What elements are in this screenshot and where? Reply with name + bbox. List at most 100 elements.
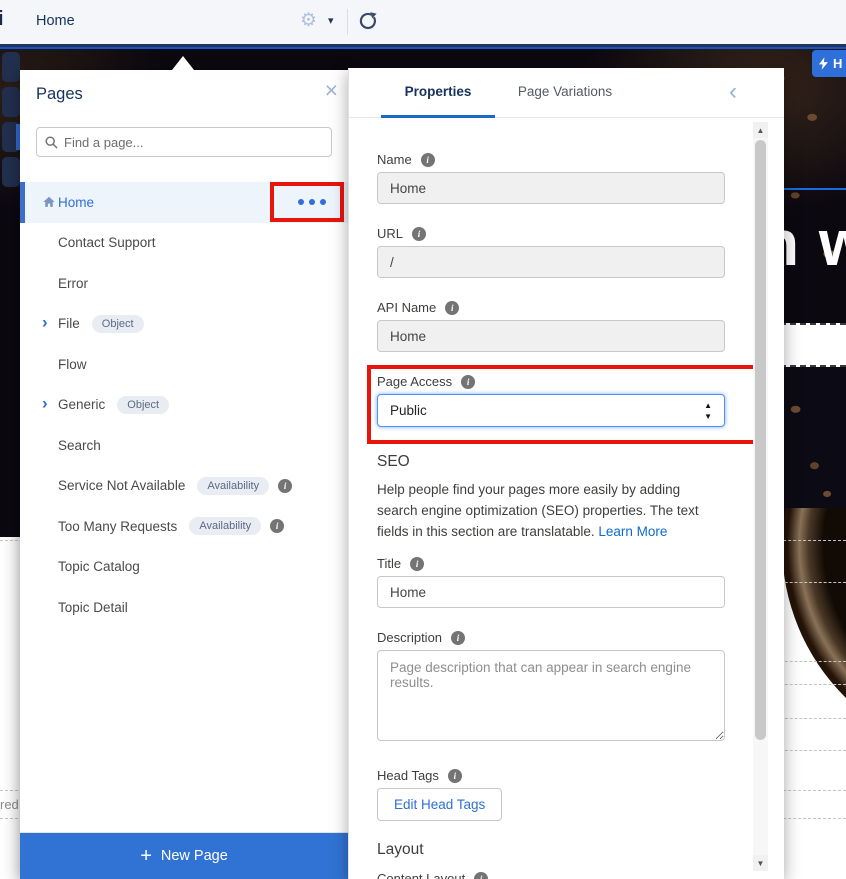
tab-page-variations-label: Page Variations	[517, 84, 613, 99]
field-content-layout: Content Layout i	[377, 871, 725, 879]
refresh-icon[interactable]	[358, 11, 378, 31]
page-menu-button[interactable]	[298, 199, 326, 205]
current-page-label: Home	[36, 13, 75, 29]
plus-icon: +	[140, 845, 152, 867]
field-head-tags: Head Tags i Edit Head Tags	[377, 768, 725, 821]
object-badge: Object	[117, 395, 170, 414]
logo-fragment: i	[0, 8, 4, 30]
page-access-value: Public	[390, 403, 427, 418]
page-item-label: Home	[58, 194, 95, 210]
seo-description: Help people find your pages more easily …	[377, 479, 721, 542]
page-item-label: Error	[58, 275, 88, 291]
page-access-select[interactable]: Public ▲ ▼	[377, 394, 725, 427]
page-item-label: File	[58, 316, 80, 332]
search-input[interactable]	[64, 134, 323, 150]
page-search-box[interactable]	[36, 127, 332, 157]
preview-dashed-guide	[780, 718, 846, 719]
page-item-search[interactable]: Search	[20, 425, 348, 466]
description-label: Description	[377, 630, 443, 645]
title-input[interactable]	[377, 576, 725, 608]
page-item-too-many-requests[interactable]: Too Many Requests Availability i	[20, 506, 348, 547]
info-icon[interactable]: i	[412, 226, 427, 241]
preview-dashed-guide	[780, 750, 846, 751]
content-layout-label: Content Layout	[377, 871, 466, 879]
left-toolbar-button[interactable]	[2, 52, 20, 82]
api-name-input[interactable]	[377, 320, 725, 352]
page-item-label: Contact Support	[58, 235, 156, 251]
pages-list: Home Contact Support Error › File Object…	[20, 182, 348, 628]
page-item-label: Generic	[58, 397, 106, 413]
info-icon[interactable]: i	[451, 630, 466, 645]
field-page-access: Page Access i Public ▲ ▼	[367, 365, 757, 444]
gear-icon[interactable]: ⚙	[300, 10, 317, 32]
object-badge: Object	[91, 314, 144, 333]
tab-page-variations[interactable]: Page Variations	[499, 84, 631, 99]
home-icon	[43, 196, 55, 207]
tab-properties-label: Properties	[404, 84, 472, 99]
page-item-topic-catalog[interactable]: Topic Catalog	[20, 547, 348, 588]
collapse-panel-icon[interactable]: ‹	[729, 78, 737, 106]
preview-dashed-guide	[780, 661, 846, 662]
preview-dashed-guide	[780, 684, 846, 685]
page-access-label: Page Access	[377, 374, 453, 389]
select-spinner-icon: ▲ ▼	[704, 401, 712, 421]
pages-panel: Pages × Home Contact Support	[20, 70, 348, 879]
edit-head-tags-button[interactable]: Edit Head Tags	[377, 788, 503, 821]
scroll-down-button[interactable]: ▼	[753, 855, 768, 871]
scroll-up-button[interactable]: ▲	[753, 122, 768, 138]
pages-panel-title: Pages	[36, 85, 83, 103]
properties-content: Namei URLi API Namei Page Accessi Public…	[367, 152, 757, 879]
page-item-label: Service Not Available	[58, 478, 186, 494]
page-item-contact-support[interactable]: Contact Support	[20, 223, 348, 264]
selected-item-bar	[20, 182, 25, 223]
page-item-service-not-available[interactable]: Service Not Available Availability i	[20, 466, 348, 507]
experience-builder-screen: n w H red i Home ⚙ ▾ Pages ×	[0, 0, 846, 879]
left-toolbar-button[interactable]	[2, 87, 20, 117]
layout-heading: Layout	[377, 841, 424, 858]
info-icon[interactable]: i	[445, 300, 460, 315]
chevron-right-icon[interactable]: ›	[42, 312, 48, 332]
scrollbar-thumb[interactable]	[755, 140, 766, 740]
properties-panel: Properties Page Variations ‹ Namei URLi …	[348, 68, 784, 879]
url-label: URL	[377, 226, 404, 241]
page-item-home[interactable]: Home	[20, 182, 348, 223]
active-tab-underline	[381, 115, 495, 118]
description-textarea[interactable]	[377, 650, 725, 741]
info-icon[interactable]: i	[474, 871, 489, 879]
preview-badge-label: H	[833, 56, 843, 71]
page-item-label: Flow	[58, 356, 87, 372]
availability-badge: Availability	[197, 476, 270, 495]
preview-text-fragment: red	[0, 797, 19, 812]
new-page-button[interactable]: + New Page	[20, 832, 348, 879]
preview-help-badge[interactable]: H	[812, 50, 846, 77]
search-icon	[45, 136, 58, 149]
new-page-label: New Page	[160, 848, 228, 864]
field-url: URL i	[377, 226, 725, 278]
page-item-error[interactable]: Error	[20, 263, 348, 304]
chevron-down-icon[interactable]: ▾	[328, 14, 334, 27]
page-item-file[interactable]: › File Object	[20, 304, 348, 345]
head-tags-label: Head Tags	[377, 768, 439, 783]
page-item-topic-detail[interactable]: Topic Detail	[20, 587, 348, 628]
tab-properties[interactable]: Properties	[381, 84, 495, 99]
info-icon[interactable]: i	[278, 478, 293, 493]
page-item-flow[interactable]: Flow	[20, 344, 348, 385]
availability-badge: Availability	[189, 517, 262, 536]
panel-scrollbar[interactable]: ▲ ▼	[753, 122, 768, 871]
page-item-label: Too Many Requests	[58, 518, 178, 534]
info-icon[interactable]: i	[270, 519, 285, 534]
properties-tab-bar: Properties Page Variations ‹	[349, 68, 784, 118]
info-icon[interactable]: i	[447, 768, 462, 783]
name-input[interactable]	[377, 172, 725, 204]
builder-top-bar: i Home ⚙ ▾	[0, 0, 846, 44]
url-input[interactable]	[377, 246, 725, 278]
page-item-label: Search	[58, 437, 101, 453]
close-icon[interactable]: ×	[325, 77, 338, 103]
chevron-right-icon[interactable]: ›	[42, 393, 48, 413]
info-icon[interactable]: i	[420, 152, 435, 167]
info-icon[interactable]: i	[461, 374, 476, 389]
info-icon[interactable]: i	[410, 556, 425, 571]
learn-more-link[interactable]: Learn More	[598, 524, 667, 539]
page-item-generic[interactable]: › Generic Object	[20, 385, 348, 426]
left-toolbar-button[interactable]	[2, 157, 20, 187]
